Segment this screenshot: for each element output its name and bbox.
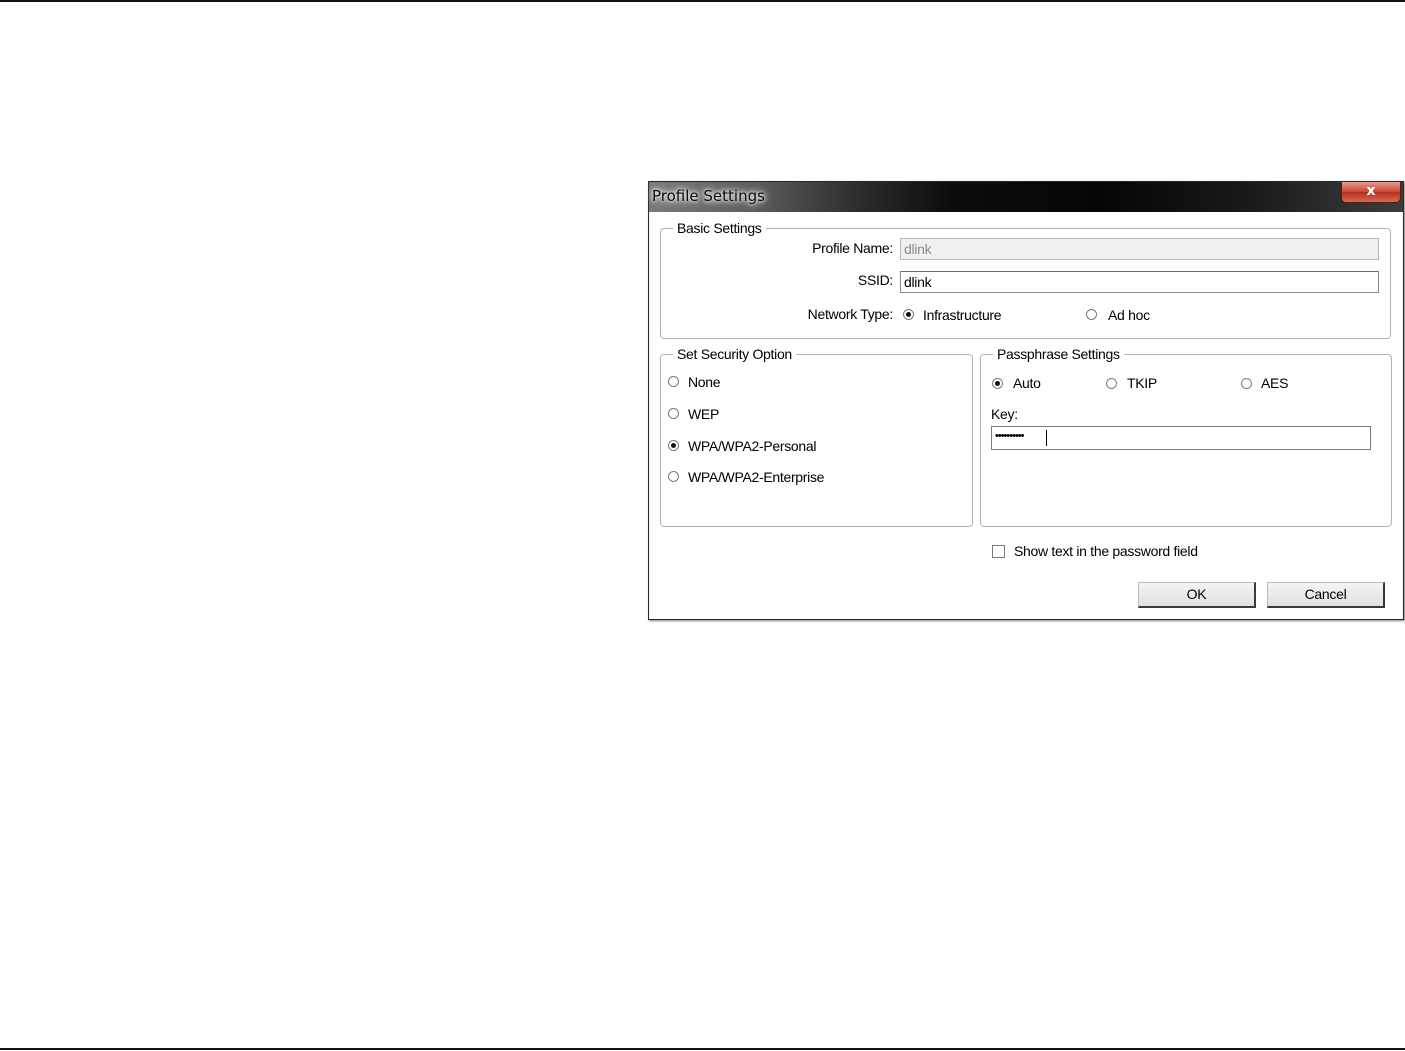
cipher-tkip-radio[interactable] [1106,378,1117,389]
title-bar[interactable]: Profile Settings x [649,182,1403,212]
cancel-button[interactable]: Cancel [1267,582,1385,608]
network-type-label: Network Type: [807,306,894,322]
security-wpa-personal-radio[interactable] [668,440,679,451]
security-wpa-personal-label[interactable]: WPA/WPA2-Personal [688,438,817,454]
passphrase-settings-group: Passphrase Settings Auto TKIP AES Key: •… [980,346,1392,527]
dialog-content: Basic Settings Profile Name: dlink SSID:… [650,212,1402,619]
profile-settings-dialog: Profile Settings x Basic Settings Profil… [648,181,1404,620]
adhoc-label[interactable]: Ad hoc [1108,307,1150,323]
show-text-label[interactable]: Show text in the password field [1014,543,1198,559]
text-caret [1046,430,1047,446]
key-field[interactable]: •••••••••• [991,426,1371,450]
security-wep-label[interactable]: WEP [688,406,719,422]
security-option-group: Set Security Option None WEP WPA/WPA2-Pe… [660,346,973,527]
security-wpa-enterprise-label[interactable]: WPA/WPA2-Enterprise [688,469,824,485]
bottom-rule [0,1048,1405,1050]
cipher-aes-label[interactable]: AES [1261,375,1288,391]
profile-name-label: Profile Name: [812,240,893,256]
cipher-tkip-label[interactable]: TKIP [1127,375,1157,391]
security-wpa-enterprise-radio[interactable] [668,471,679,482]
dialog-title: Profile Settings [652,187,765,205]
cipher-auto-label[interactable]: Auto [1013,375,1041,391]
basic-settings-group: Basic Settings Profile Name: dlink SSID:… [660,220,1391,339]
close-button[interactable]: x [1341,182,1401,203]
security-none-radio[interactable] [668,376,679,387]
cipher-auto-radio[interactable] [992,378,1003,389]
cipher-aes-radio[interactable] [1241,378,1252,389]
ssid-label: SSID: [857,272,893,288]
passphrase-settings-legend: Passphrase Settings [993,346,1124,362]
close-icon: x [1366,183,1376,199]
adhoc-radio[interactable] [1086,309,1097,320]
security-none-label[interactable]: None [688,374,721,390]
profile-name-field: dlink [900,238,1379,260]
key-masked-value: •••••••••• [995,430,1024,442]
security-wep-radio[interactable] [668,408,679,419]
basic-settings-legend: Basic Settings [673,220,766,236]
infrastructure-label[interactable]: Infrastructure [923,307,1002,323]
security-option-legend: Set Security Option [673,346,796,362]
infrastructure-radio[interactable] [903,309,914,320]
show-text-checkbox[interactable] [992,545,1005,558]
ssid-field[interactable]: dlink [900,271,1379,293]
ok-button[interactable]: OK [1138,582,1256,608]
key-label: Key: [991,406,1018,422]
top-rule [0,0,1405,2]
